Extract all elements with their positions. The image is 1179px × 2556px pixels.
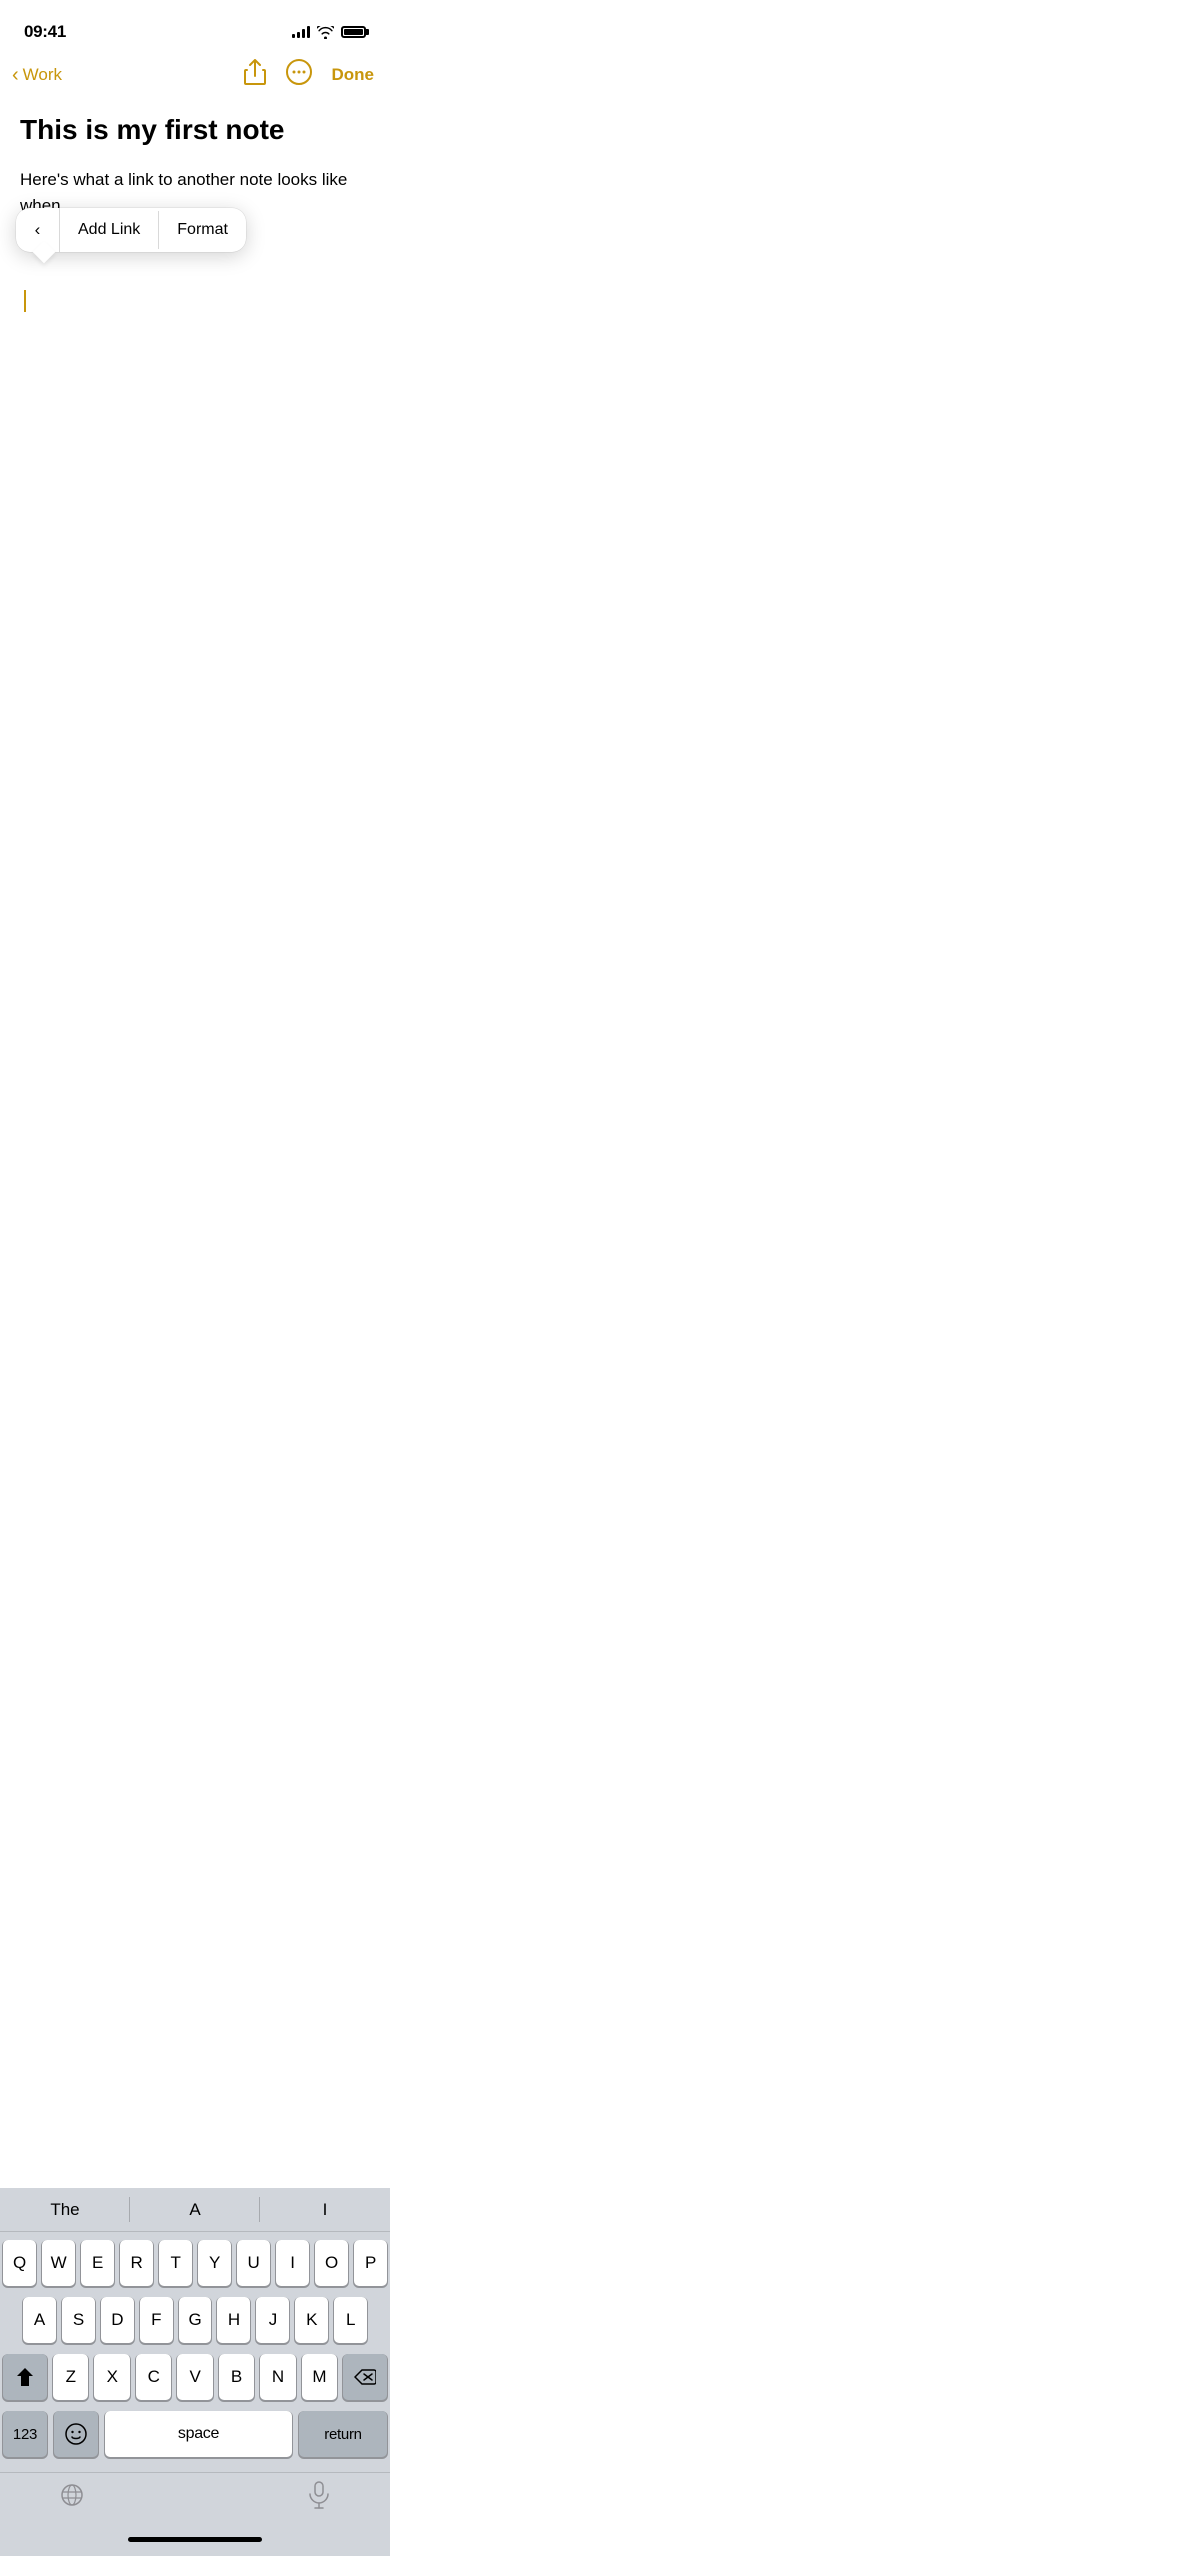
- context-menu-back[interactable]: ‹: [16, 208, 60, 252]
- globe-button[interactable]: [60, 2483, 84, 2513]
- home-indicator: [0, 2522, 390, 2556]
- home-bar: [128, 2537, 262, 2542]
- back-button[interactable]: ‹ Work: [12, 65, 62, 85]
- key-delete[interactable]: [343, 2354, 387, 2400]
- globe-icon: [60, 2483, 84, 2507]
- status-time: 09:41: [24, 22, 66, 42]
- back-chevron-icon: ‹: [12, 65, 19, 85]
- key-row-4: 123 space return: [3, 2411, 387, 2457]
- key-g[interactable]: G: [179, 2297, 212, 2343]
- key-row-3: Z X C V B N M: [3, 2354, 387, 2400]
- key-o[interactable]: O: [315, 2240, 348, 2286]
- mic-icon: [308, 2481, 330, 2509]
- key-p[interactable]: P: [354, 2240, 387, 2286]
- key-e[interactable]: E: [81, 2240, 114, 2286]
- key-y[interactable]: Y: [198, 2240, 231, 2286]
- note-title: This is my first note: [20, 112, 370, 147]
- key-c[interactable]: C: [136, 2354, 171, 2400]
- key-v[interactable]: V: [177, 2354, 212, 2400]
- text-cursor: [24, 290, 26, 312]
- signal-bar-1: [292, 34, 295, 38]
- key-row-1: Q W E R T Y U I O P: [3, 2240, 387, 2286]
- signal-bar-3: [302, 29, 305, 38]
- battery-icon: [341, 26, 366, 38]
- keyboard-rows: Q W E R T Y U I O P A S D F G H J K L: [0, 2232, 390, 2472]
- key-h[interactable]: H: [217, 2297, 250, 2343]
- key-j[interactable]: J: [256, 2297, 289, 2343]
- key-shift[interactable]: [3, 2354, 47, 2400]
- key-emoji[interactable]: [54, 2411, 98, 2457]
- key-t[interactable]: T: [159, 2240, 192, 2286]
- key-numbers[interactable]: 123: [3, 2411, 47, 2457]
- key-m[interactable]: M: [302, 2354, 337, 2400]
- key-return[interactable]: return: [299, 2411, 387, 2457]
- context-menu-add-link[interactable]: Add Link: [60, 211, 159, 249]
- context-menu: ‹ Add Link Format: [16, 208, 246, 252]
- key-r[interactable]: R: [120, 2240, 153, 2286]
- note-content-area[interactable]: This is my first note Here's what a link…: [0, 100, 390, 312]
- key-u[interactable]: U: [237, 2240, 270, 2286]
- key-space[interactable]: space: [105, 2411, 292, 2457]
- key-f[interactable]: F: [140, 2297, 173, 2343]
- status-bar: 09:41: [0, 0, 390, 50]
- key-d[interactable]: D: [101, 2297, 134, 2343]
- key-x[interactable]: X: [94, 2354, 129, 2400]
- context-menu-format[interactable]: Format: [159, 211, 246, 249]
- mic-button[interactable]: [308, 2481, 330, 2515]
- more-button[interactable]: [286, 59, 312, 91]
- status-icons: [292, 26, 366, 39]
- key-q[interactable]: Q: [3, 2240, 36, 2286]
- wifi-icon: [317, 26, 334, 39]
- nav-right-actions: Done: [244, 59, 375, 91]
- key-w[interactable]: W: [42, 2240, 75, 2286]
- key-z[interactable]: Z: [53, 2354, 88, 2400]
- signal-bar-2: [297, 32, 300, 38]
- predictive-the[interactable]: The: [0, 2188, 130, 2231]
- predictive-i[interactable]: I: [260, 2188, 390, 2231]
- done-button[interactable]: Done: [332, 65, 375, 85]
- key-s[interactable]: S: [62, 2297, 95, 2343]
- key-a[interactable]: A: [23, 2297, 56, 2343]
- key-i[interactable]: I: [276, 2240, 309, 2286]
- back-label: Work: [23, 65, 62, 85]
- battery-fill: [344, 29, 363, 35]
- predictive-row: The A I: [0, 2188, 390, 2232]
- share-button[interactable]: [244, 59, 266, 91]
- signal-bars-icon: [292, 26, 310, 38]
- key-n[interactable]: N: [260, 2354, 295, 2400]
- key-row-2: A S D F G H J K L: [3, 2297, 387, 2343]
- nav-bar: ‹ Work Done: [0, 50, 390, 100]
- keyboard-bottom-bar: [0, 2472, 390, 2522]
- predictive-a[interactable]: A: [130, 2188, 260, 2231]
- key-l[interactable]: L: [334, 2297, 367, 2343]
- key-b[interactable]: B: [219, 2354, 254, 2400]
- key-k[interactable]: K: [295, 2297, 328, 2343]
- keyboard: The A I Q W E R T Y U I O P A S D F G: [0, 2188, 390, 2556]
- signal-bar-4: [307, 26, 310, 38]
